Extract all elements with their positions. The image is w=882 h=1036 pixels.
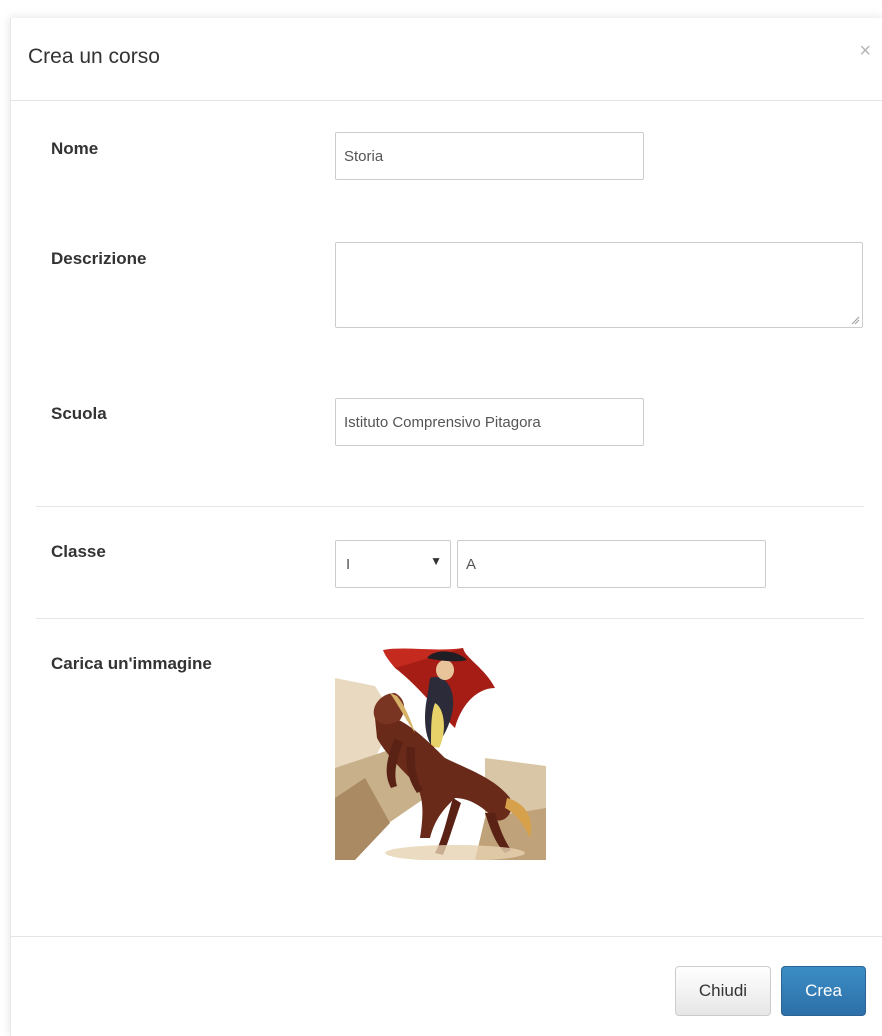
divider <box>36 506 864 507</box>
descrizione-label: Descrizione <box>51 249 147 268</box>
page: Crea un corso × Nome Storia Descrizione … <box>0 0 882 1036</box>
classe-select[interactable]: I ▼ <box>335 540 451 588</box>
scuola-label: Scuola <box>51 404 107 423</box>
create-button[interactable]: Crea <box>781 966 866 1016</box>
modal-title: Crea un corso <box>28 45 160 68</box>
create-course-modal: Crea un corso × Nome Storia Descrizione … <box>10 18 882 1036</box>
immagine-label: Carica un'immagine <box>51 654 212 673</box>
resize-handle-icon[interactable] <box>851 316 860 325</box>
chevron-down-icon: ▼ <box>430 554 442 568</box>
sezione-input[interactable]: A <box>457 540 766 588</box>
modal-footer-divider <box>11 936 882 937</box>
nome-input[interactable]: Storia <box>335 132 644 180</box>
classe-label: Classe <box>51 542 106 561</box>
divider <box>36 618 864 619</box>
classe-select-value: I <box>346 555 351 573</box>
close-icon[interactable]: × <box>859 41 871 61</box>
close-button[interactable]: Chiudi <box>675 966 771 1016</box>
course-image <box>335 648 546 860</box>
scuola-input[interactable]: Istituto Comprensivo Pitagora <box>335 398 644 446</box>
uploaded-image[interactable] <box>335 648 546 860</box>
nome-label: Nome <box>51 139 99 158</box>
descrizione-textarea[interactable] <box>335 242 863 328</box>
modal-header: Crea un corso × <box>11 18 882 101</box>
